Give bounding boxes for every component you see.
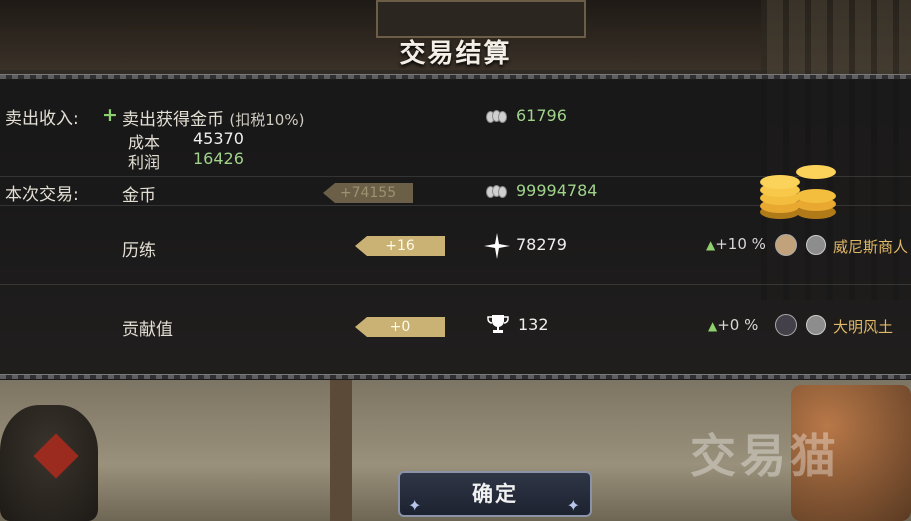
contribution-total: 132	[518, 315, 549, 334]
experience-name: 历练	[122, 241, 156, 261]
contribution-change-tag: +0	[355, 317, 445, 337]
coin-stack-icon	[486, 185, 508, 199]
merchant-avatar	[775, 234, 797, 256]
row-divider	[0, 284, 911, 285]
coin-stack-icon	[486, 110, 508, 124]
gold-change-tag: +74155	[323, 183, 413, 203]
trophy-icon	[487, 315, 509, 333]
income-desc-text: 卖出获得金币	[122, 110, 224, 130]
income-value: 61796	[516, 106, 567, 125]
faction-emblem-icon	[806, 315, 826, 335]
faction-emblem-icon	[806, 235, 826, 255]
trade-label: 本次交易:	[5, 185, 79, 205]
profit-label: 利润	[128, 153, 161, 172]
contribution-bonus-value: +0 %	[717, 316, 759, 334]
gold-name: 金币	[122, 186, 156, 206]
page-title: 交易结算	[399, 39, 512, 69]
sparkle-icon: ✦	[408, 496, 424, 515]
experience-change-tag: +16	[355, 236, 445, 256]
confirm-button[interactable]: ✦ 确定 ✦	[398, 471, 592, 517]
experience-total: 78279	[516, 235, 567, 254]
contribution-faction: 大明风土	[833, 318, 894, 336]
gold-total: 99994784	[516, 181, 598, 200]
experience-bonus-value: +10 %	[715, 235, 766, 253]
star-burst-icon	[484, 233, 510, 259]
sparkle-icon: ✦	[566, 496, 582, 515]
income-label: 卖出收入:	[5, 109, 79, 129]
cost-value: 45370	[193, 129, 244, 148]
watermark: 交易猫	[690, 429, 840, 483]
bg-post	[330, 380, 352, 521]
experience-bonus: ▲+10 %	[706, 235, 766, 253]
experience-faction: 威尼斯商人	[833, 238, 909, 256]
contribution-bonus: ▲+0 %	[708, 316, 758, 334]
up-arrow-icon: ▲	[708, 319, 718, 333]
profit-value: 16426	[193, 149, 244, 168]
tax-note: (扣税10%)	[229, 111, 305, 129]
income-desc: 卖出获得金币 (扣税10%)	[122, 105, 304, 130]
scholar-avatar	[775, 314, 797, 336]
confirm-label: 确定	[472, 482, 518, 506]
gold-pile-icon	[760, 165, 836, 219]
panel-top-edge	[0, 74, 911, 80]
plus-icon: +	[102, 104, 118, 126]
contribution-name: 贡献值	[122, 320, 173, 340]
up-arrow-icon: ▲	[706, 238, 716, 252]
panel-bottom-edge	[0, 374, 911, 380]
